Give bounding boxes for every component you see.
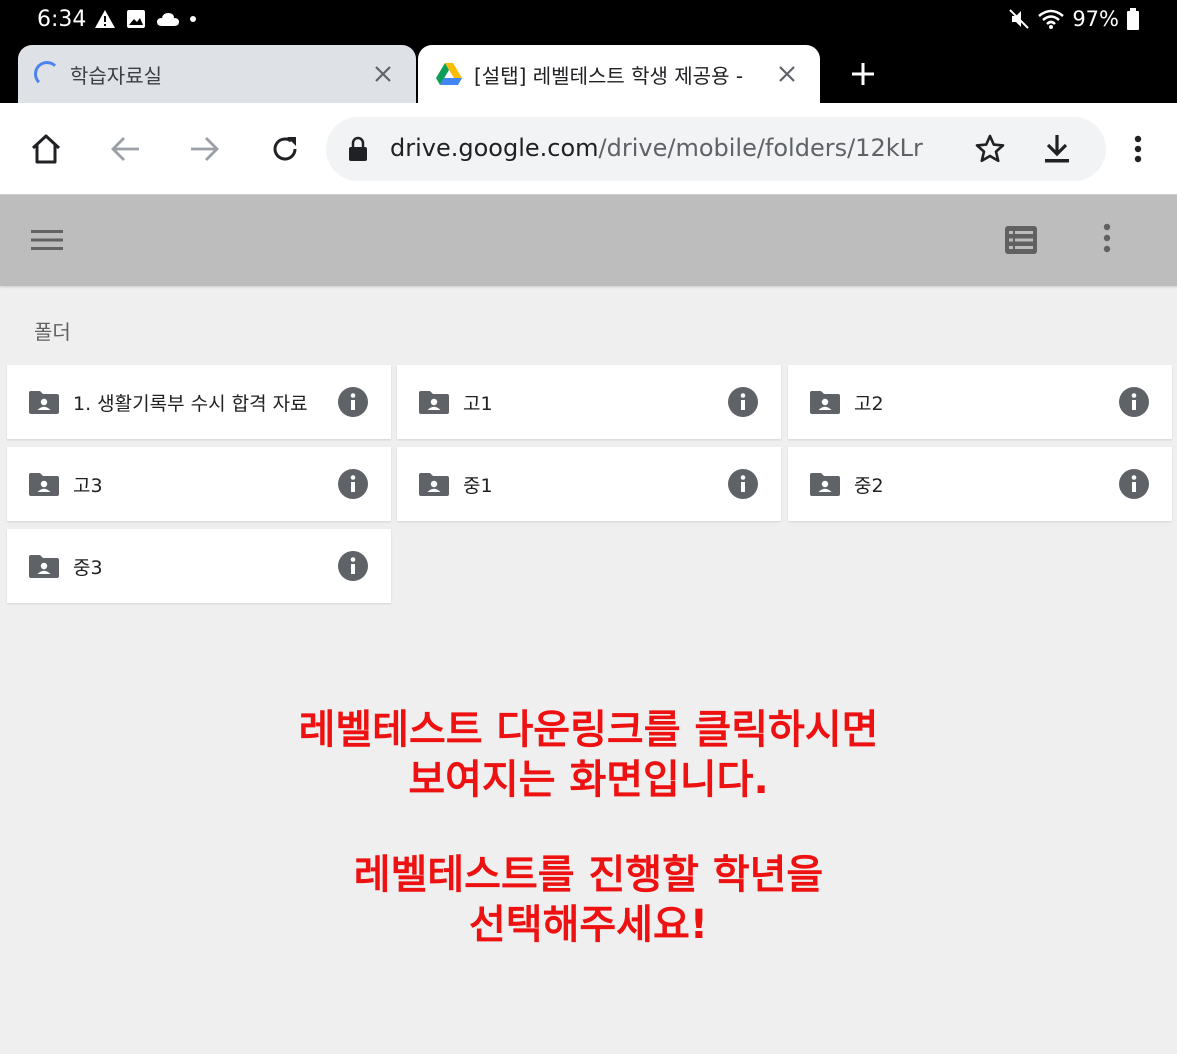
folder-name: 중2	[854, 474, 884, 497]
folder-card[interactable]: 중2	[788, 447, 1172, 521]
annotation-call-to-action: 레벨테스트를 진행할 학년을 선택해주세요!	[0, 850, 1177, 950]
home-icon	[31, 134, 61, 164]
close-icon	[375, 66, 391, 82]
hamburger-menu-icon	[31, 230, 63, 250]
annotation-line: 선택해주세요!	[468, 902, 709, 948]
shared-folder-icon	[29, 473, 59, 496]
more-notifications-dot	[190, 16, 196, 22]
more-vertical-icon	[1134, 135, 1142, 163]
annotation-line: 보여지는 화면입니다.	[408, 757, 769, 803]
navigation-menu-button[interactable]	[31, 228, 63, 256]
back-button[interactable]	[107, 131, 143, 167]
info-icon[interactable]	[1118, 386, 1150, 418]
close-tab-button[interactable]	[772, 59, 802, 89]
folder-name: 고1	[463, 392, 493, 415]
annotation-line: 레벨테스트 다운링크를 클릭하시면	[298, 707, 879, 753]
tab-level-test[interactable]: [설탭] 레벨테스트 학생 제공용 -	[418, 45, 820, 103]
folder-name: 고2	[854, 392, 884, 415]
cloud-icon	[157, 13, 179, 26]
tab-learning-materials[interactable]: 학습자료실	[18, 45, 416, 103]
folder-name: 고3	[73, 474, 103, 497]
new-tab-button[interactable]	[846, 57, 880, 91]
status-time: 6:34	[37, 7, 87, 32]
mute-icon	[1009, 9, 1030, 29]
folder-card[interactable]: 고3	[7, 447, 391, 521]
battery-icon	[1127, 8, 1139, 30]
shared-folder-icon	[810, 473, 840, 496]
list-view-icon	[1005, 226, 1037, 254]
list-view-button[interactable]	[1005, 226, 1037, 258]
home-button[interactable]	[28, 131, 64, 167]
shared-folder-icon	[419, 391, 449, 414]
status-notification-icons	[94, 9, 196, 29]
bookmark-star-icon[interactable]	[974, 133, 1006, 165]
folders-section-label: 폴더	[34, 320, 71, 344]
plus-icon	[852, 63, 874, 85]
info-icon[interactable]	[337, 550, 369, 582]
status-bar: 6:34 97%	[0, 0, 1177, 40]
folder-card[interactable]: 고2	[788, 365, 1172, 439]
shared-folder-icon	[29, 555, 59, 578]
browser-toolbar: drive.google.com/drive/mobile/folders/12…	[0, 103, 1177, 195]
forward-button[interactable]	[187, 131, 223, 167]
folder-card[interactable]: 중1	[397, 447, 781, 521]
drive-more-options-button[interactable]	[1103, 223, 1111, 257]
folder-name: 중1	[463, 474, 493, 497]
folder-name: 1. 생활기록부 수시 합격 자료	[73, 392, 308, 415]
more-vertical-icon	[1103, 223, 1111, 253]
shared-folder-icon	[419, 473, 449, 496]
arrow-left-icon	[111, 137, 139, 161]
google-drive-icon	[436, 63, 462, 85]
folder-name: 중3	[73, 556, 103, 579]
browser-menu-button[interactable]	[1120, 131, 1156, 167]
battery-percent: 97%	[1072, 7, 1119, 31]
folder-card[interactable]: 1. 생활기록부 수시 합격 자료	[7, 365, 391, 439]
info-icon[interactable]	[727, 468, 759, 500]
info-icon[interactable]	[727, 386, 759, 418]
tab-title: 학습자료실	[70, 63, 162, 88]
reload-icon	[273, 137, 297, 161]
folder-card[interactable]: 중3	[7, 529, 391, 603]
url-text[interactable]: drive.google.com/drive/mobile/folders/12…	[390, 134, 930, 162]
annotation-line: 레벨테스트를 진행할 학년을	[353, 852, 824, 898]
url-path: /drive/mobile/folders/12kLr	[598, 134, 923, 162]
folder-card[interactable]: 고1	[397, 365, 781, 439]
arrow-right-icon	[191, 137, 219, 161]
shared-folder-icon	[810, 391, 840, 414]
lock-icon	[349, 136, 367, 161]
info-icon[interactable]	[337, 386, 369, 418]
warning-icon	[95, 10, 115, 28]
tab-strip: 학습자료실 [설탭] 레벨테스트 학생 제공용 -	[0, 40, 1177, 103]
status-system-icons: 97%	[1008, 7, 1139, 31]
url-domain: drive.google.com	[390, 134, 599, 162]
info-icon[interactable]	[337, 468, 369, 500]
close-icon	[779, 66, 795, 82]
reload-button[interactable]	[267, 131, 303, 167]
loading-spinner-icon	[34, 61, 60, 87]
shared-folder-icon	[29, 391, 59, 414]
download-icon[interactable]	[1042, 133, 1072, 165]
annotation-instruction: 레벨테스트 다운링크를 클릭하시면 보여지는 화면입니다.	[0, 705, 1177, 805]
drive-header	[0, 195, 1177, 286]
wifi-icon	[1038, 9, 1065, 29]
info-icon[interactable]	[1118, 468, 1150, 500]
tab-title: [설탭] 레벨테스트 학생 제공용 -	[474, 63, 744, 88]
address-bar[interactable]: drive.google.com/drive/mobile/folders/12…	[326, 117, 1106, 181]
image-icon	[127, 10, 145, 28]
close-tab-button[interactable]	[368, 59, 398, 89]
